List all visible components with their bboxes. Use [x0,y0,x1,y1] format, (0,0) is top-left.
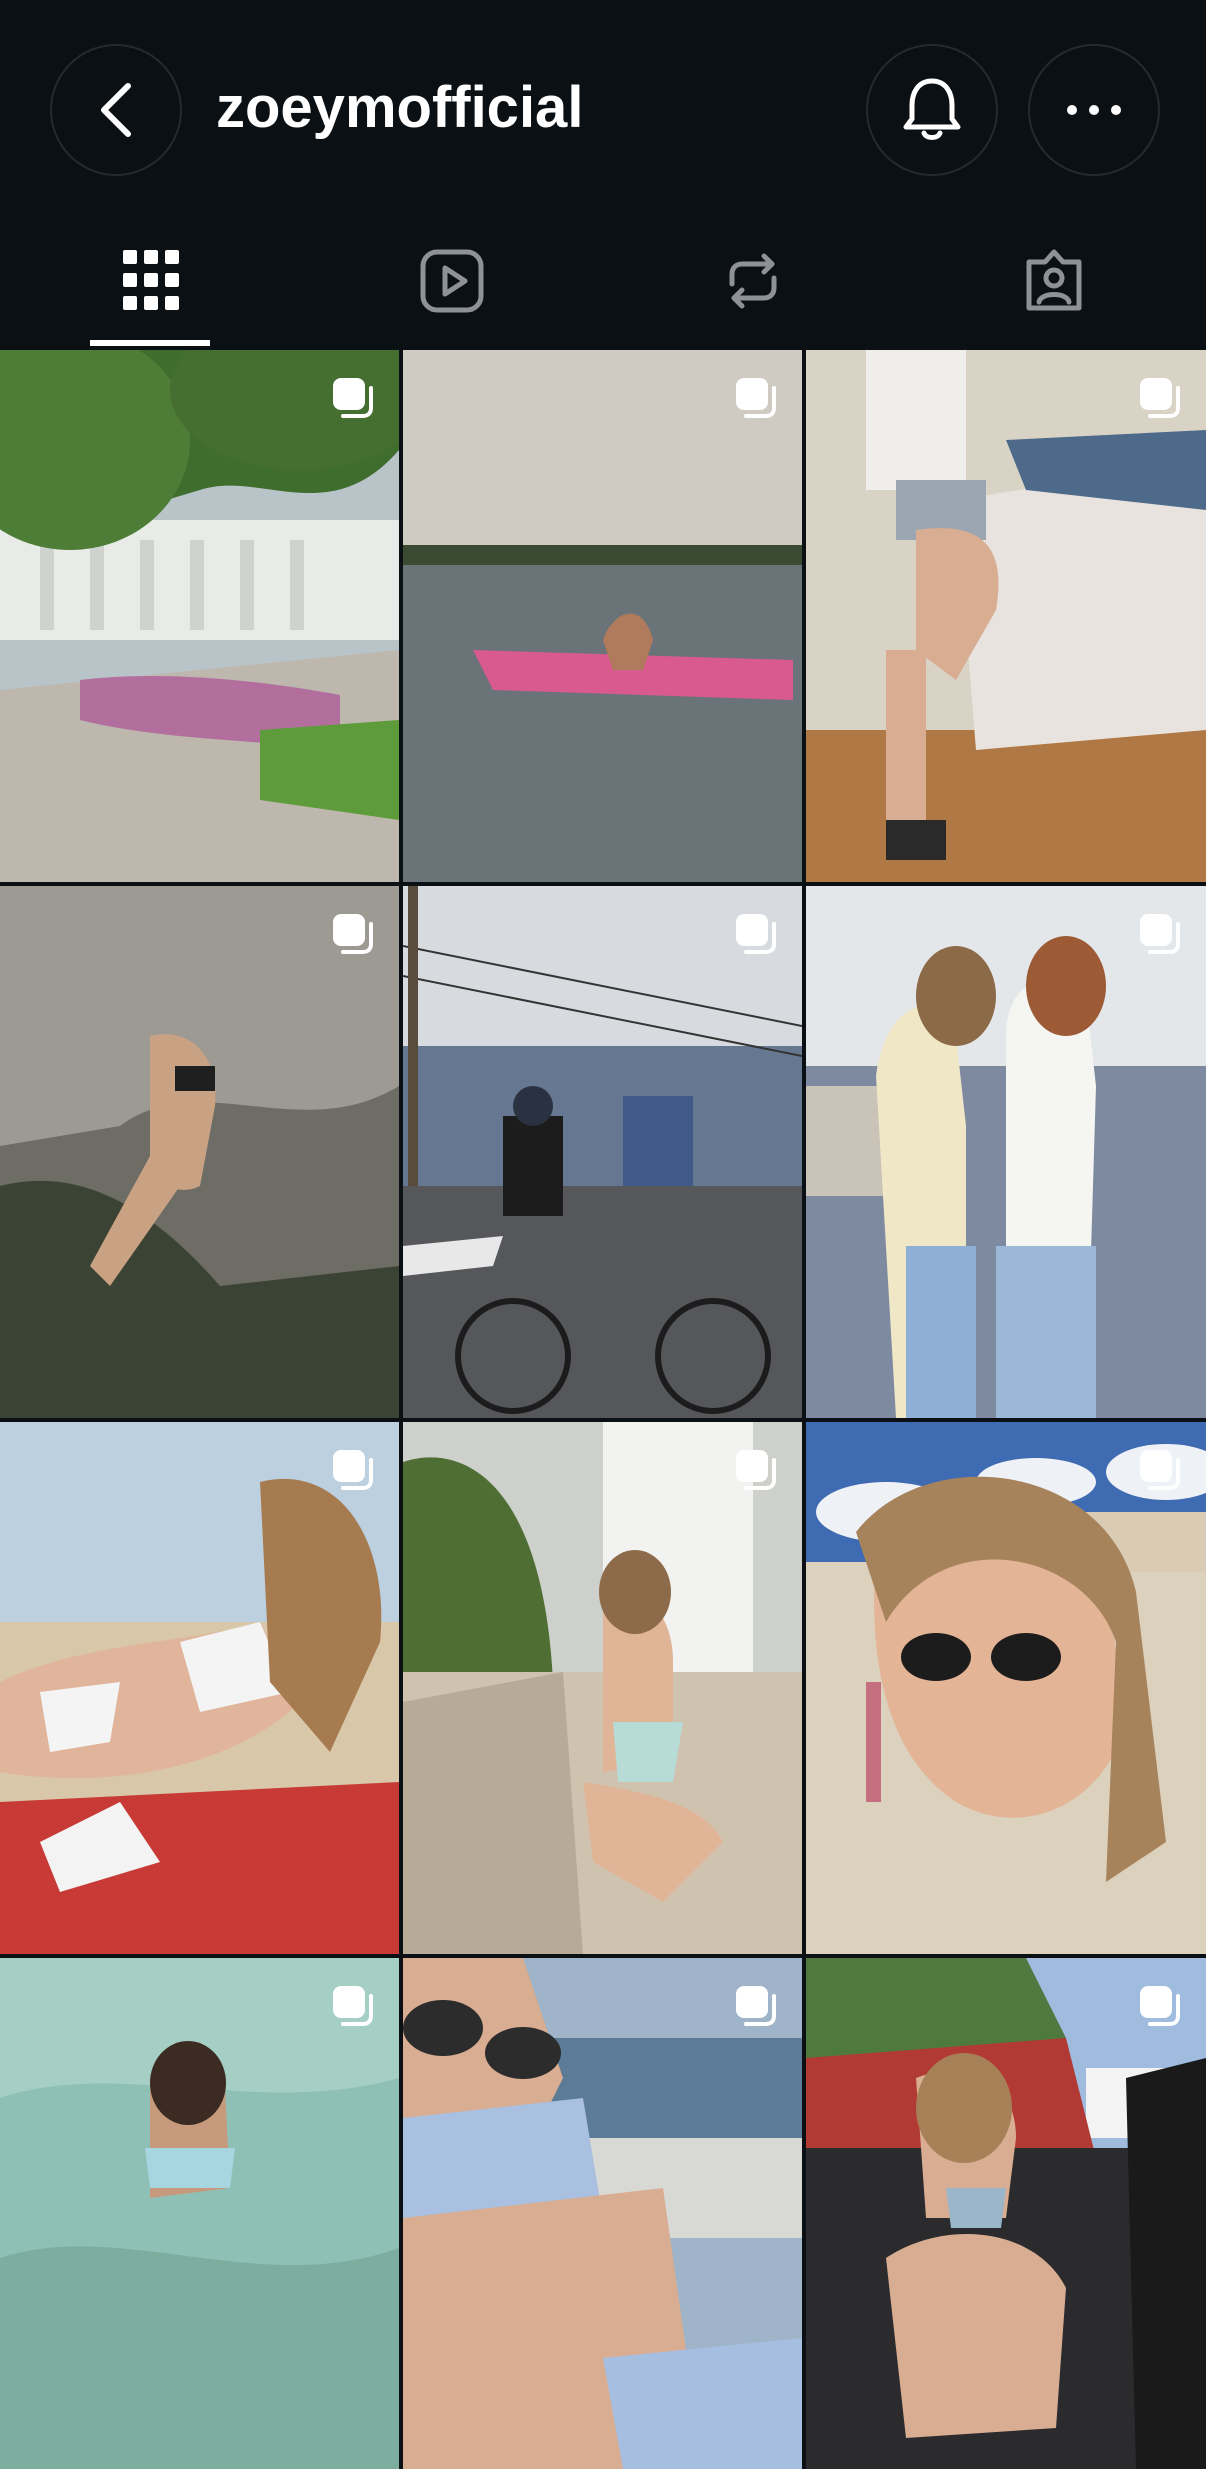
back-button[interactable] [50,44,182,176]
post-thumbnail [806,1422,1206,1954]
post-thumbnail [0,1958,399,2469]
tab-reels[interactable] [301,220,602,350]
chevron-left-icon [101,83,131,137]
post-thumbnail [403,886,802,1418]
post-tile[interactable] [403,1422,802,1954]
grid-icon [122,250,179,310]
post-tile[interactable] [806,1422,1206,1954]
post-tile[interactable] [403,350,802,882]
post-thumbnail [0,886,399,1418]
posts-grid [0,350,1206,2469]
more-horizontal-icon [1067,105,1121,115]
post-thumbnail [403,1422,802,1954]
carousel-icon [333,1986,373,2026]
profile-tabs [0,220,1206,350]
post-tile[interactable] [0,886,399,1418]
post-tile[interactable] [403,886,802,1418]
post-thumbnail [806,886,1206,1418]
post-tile[interactable] [0,1958,399,2469]
selected-tab-indicator [90,340,210,346]
bell-icon [903,78,961,140]
carousel-icon [333,914,373,954]
post-tile[interactable] [806,1958,1206,2469]
tab-grid[interactable] [0,220,301,350]
post-tile[interactable] [0,350,399,882]
carousel-icon [333,1450,373,1490]
post-thumbnail [806,1958,1206,2469]
carousel-icon [736,914,776,954]
carousel-icon [736,1986,776,2026]
post-tile[interactable] [806,886,1206,1418]
post-thumbnail [0,350,399,882]
tab-tagged[interactable] [903,220,1204,350]
more-options-button[interactable] [1028,44,1160,176]
post-tile[interactable] [806,350,1206,882]
tagged-icon [1026,249,1081,311]
profile-header: zoeymofficial [0,0,1206,220]
post-tile[interactable] [0,1422,399,1954]
repost-icon [729,253,776,309]
reels-icon [420,249,483,313]
carousel-icon [333,378,373,418]
post-thumbnail [806,350,1206,882]
post-thumbnail [403,1958,802,2469]
post-tile[interactable] [403,1958,802,2469]
post-thumbnail [0,1422,399,1954]
carousel-icon [1140,1986,1180,2026]
post-thumbnail [403,350,802,882]
carousel-icon [1140,1450,1180,1490]
profile-username: zoeymofficial [216,75,584,140]
carousel-icon [1140,378,1180,418]
carousel-icon [736,378,776,418]
notifications-button[interactable] [866,44,998,176]
carousel-icon [736,1450,776,1490]
carousel-icon [1140,914,1180,954]
tab-reposts[interactable] [602,220,903,350]
